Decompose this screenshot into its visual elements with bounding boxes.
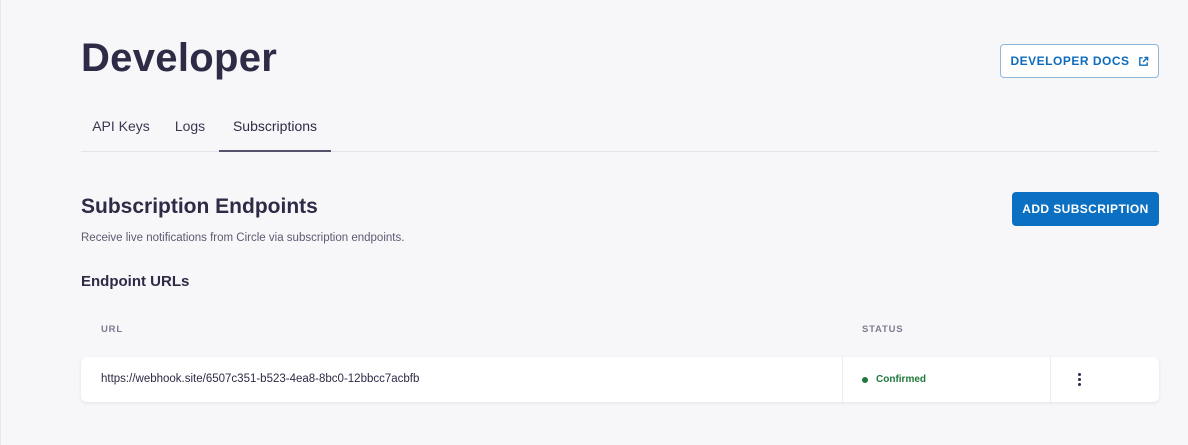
- developer-page: Developer DEVELOPER DOCS API Keys Logs S…: [0, 0, 1188, 445]
- external-link-icon: [1138, 56, 1149, 67]
- section-subtitle: Receive live notifications from Circle v…: [81, 232, 405, 244]
- cell-divider: [1050, 357, 1051, 402]
- tab-bar: API Keys Logs Subscriptions: [81, 108, 1159, 152]
- endpoint-urls-heading: Endpoint URLs: [81, 273, 190, 290]
- section-title: Subscription Endpoints: [81, 195, 318, 218]
- endpoint-url: https://webhook.site/6507c351-b523-4ea8-…: [101, 373, 420, 385]
- tab-api-keys[interactable]: API Keys: [81, 108, 161, 152]
- status-dot-icon: [862, 376, 868, 383]
- kebab-menu-icon[interactable]: [1069, 368, 1089, 390]
- status-badge: Confirmed: [862, 357, 926, 402]
- developer-docs-label: DEVELOPER DOCS: [1010, 54, 1130, 68]
- developer-docs-button[interactable]: DEVELOPER DOCS: [1000, 44, 1159, 78]
- column-header-url: URL: [101, 324, 123, 335]
- cell-divider: [842, 357, 843, 402]
- tab-logs[interactable]: Logs: [161, 108, 219, 152]
- tab-subscriptions[interactable]: Subscriptions: [219, 108, 331, 152]
- table-row: https://webhook.site/6507c351-b523-4ea8-…: [81, 357, 1159, 402]
- status-label: Confirmed: [876, 374, 926, 385]
- page-title: Developer: [81, 36, 278, 80]
- add-subscription-button[interactable]: ADD SUBSCRIPTION: [1012, 192, 1159, 226]
- column-header-status: STATUS: [862, 324, 904, 335]
